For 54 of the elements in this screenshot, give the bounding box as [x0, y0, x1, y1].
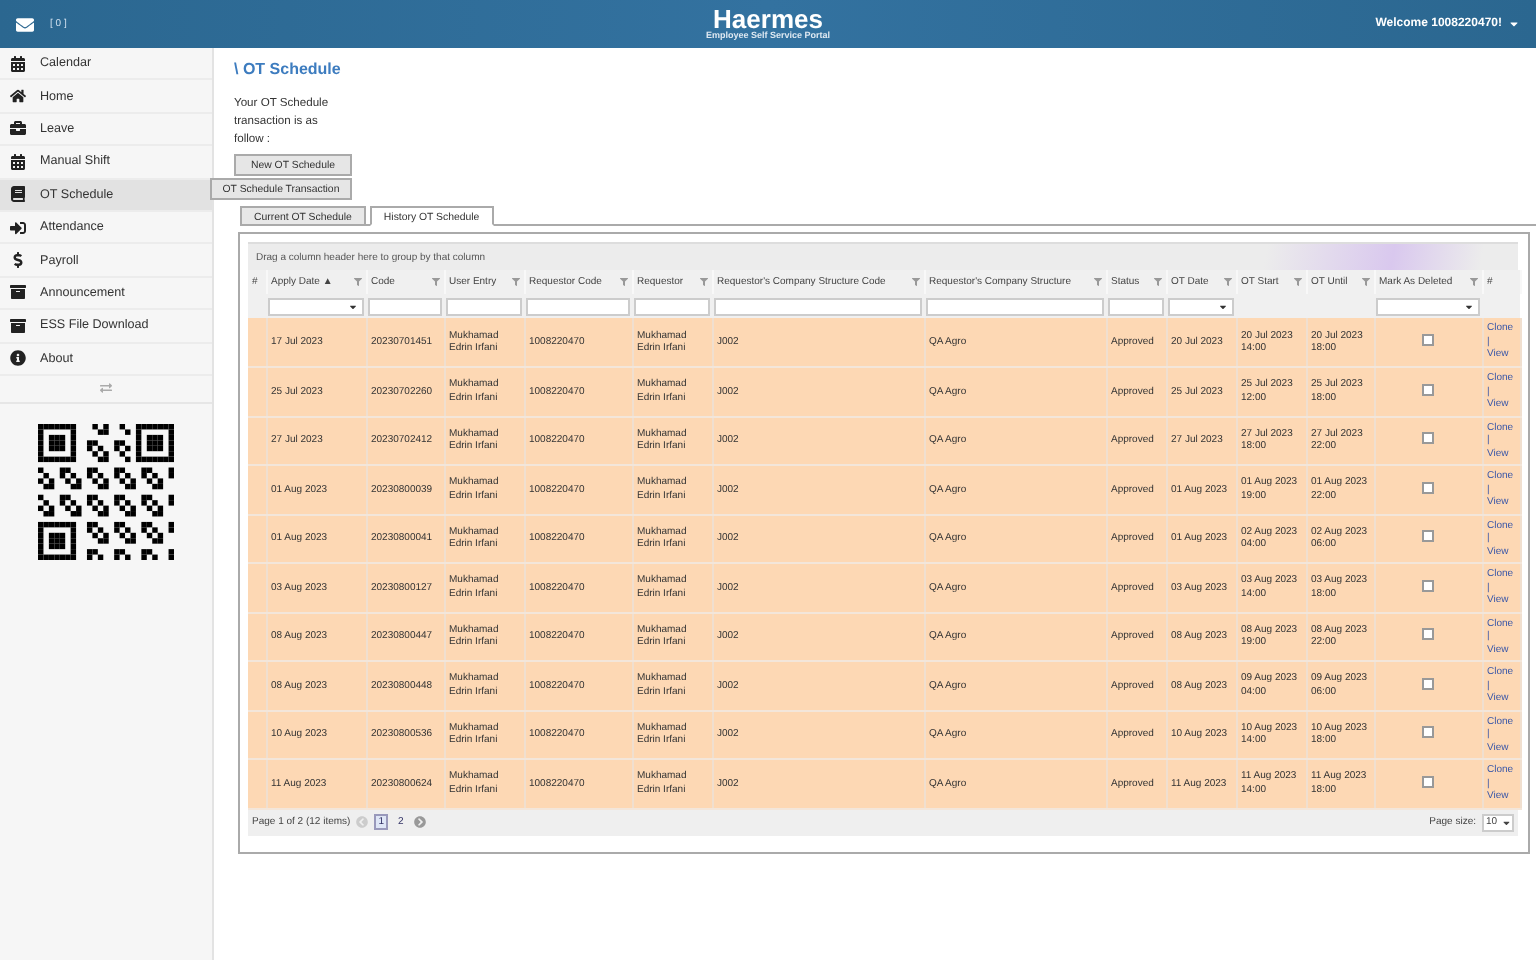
- checkbox[interactable]: [1422, 432, 1434, 444]
- qr-code-drawing: [38, 423, 174, 560]
- filter-icon[interactable]: [1093, 278, 1101, 286]
- filter-icon[interactable]: [1153, 278, 1161, 286]
- checkbox[interactable]: [1422, 530, 1434, 542]
- checkbox[interactable]: [1422, 383, 1434, 395]
- filter-field[interactable]: [368, 297, 442, 315]
- filter-field[interactable]: [446, 297, 522, 315]
- collapse-icon[interactable]: [100, 382, 112, 395]
- dollar-icon: [10, 252, 26, 269]
- filter-icon[interactable]: [911, 278, 919, 286]
- filter-icon[interactable]: [511, 278, 519, 286]
- filter-icon[interactable]: [1223, 278, 1231, 286]
- filter-icon[interactable]: [431, 278, 439, 286]
- filter-field[interactable]: [1108, 297, 1164, 315]
- info-icon: [10, 350, 26, 367]
- mail-icon[interactable]: [16, 15, 34, 33]
- checkbox[interactable]: [1422, 579, 1434, 591]
- archive-icon: [10, 317, 26, 334]
- filter-dropdown[interactable]: [268, 297, 364, 315]
- checkbox[interactable]: [1422, 775, 1434, 787]
- sign-in-icon: [10, 219, 26, 236]
- house-icon: [10, 88, 26, 105]
- filter-icon[interactable]: [1469, 278, 1477, 286]
- filter-field[interactable]: [714, 297, 922, 315]
- filter-field[interactable]: [926, 297, 1104, 315]
- filter-icon[interactable]: [1293, 278, 1301, 286]
- previous-page-icon[interactable]: [356, 816, 369, 828]
- checkbox[interactable]: [1422, 481, 1434, 493]
- book-icon: [10, 186, 26, 203]
- filter-dropdown[interactable]: [1168, 297, 1234, 315]
- filter-dropdown[interactable]: [1376, 297, 1480, 315]
- page-title: \ OT Schedule: [234, 60, 343, 78]
- caret-icon: [1464, 301, 1474, 311]
- caret-icon: [348, 301, 358, 311]
- filter-icon[interactable]: [1361, 278, 1369, 286]
- filter-icon[interactable]: [353, 278, 361, 286]
- next-page-icon[interactable]: [413, 816, 426, 828]
- calendar-icon: [10, 153, 26, 170]
- filter-icon[interactable]: [699, 278, 707, 286]
- filter-field[interactable]: [526, 297, 630, 315]
- caret-icon: [1501, 817, 1510, 827]
- filter-field[interactable]: [634, 297, 710, 315]
- app-title: Haermes: [713, 6, 823, 33]
- checkbox[interactable]: [1422, 628, 1434, 640]
- calendar-icon: [10, 55, 26, 72]
- checkbox[interactable]: [1422, 333, 1434, 346]
- checkbox[interactable]: [1422, 726, 1434, 738]
- archive-icon: [10, 284, 26, 301]
- caret-icon: [1218, 301, 1228, 311]
- checkbox[interactable]: [1422, 677, 1434, 689]
- caret-icon[interactable]: [1508, 18, 1520, 30]
- briefcase-icon: [10, 120, 26, 137]
- filter-icon[interactable]: [619, 278, 627, 286]
